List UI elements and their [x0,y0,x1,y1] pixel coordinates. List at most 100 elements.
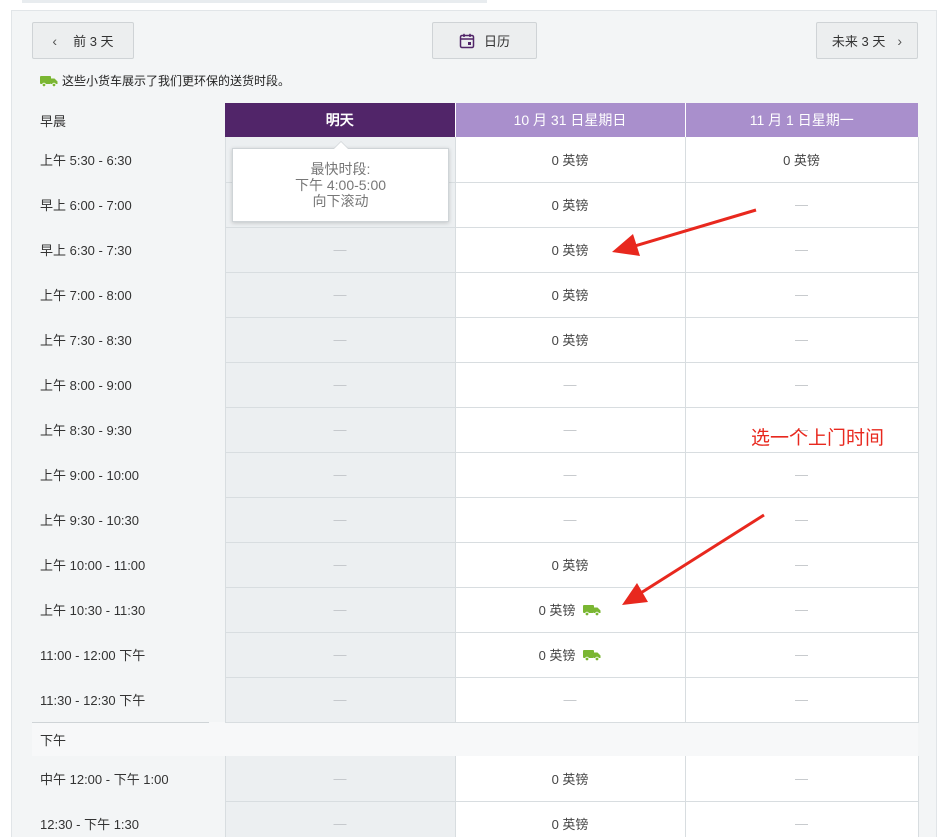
slot-price: 0 英镑 [783,150,820,169]
unavailable-dash: — [795,287,808,302]
unavailable-dash: — [795,692,808,707]
unavailable-dash: — [334,287,347,302]
slot-row: 11:00 - 12:00 下午 — 0 英镑 — [32,632,919,678]
slot-price: 0 英镑 [552,195,589,214]
unavailable-dash: — [334,467,347,482]
slot-cell-oct31[interactable]: 0 英镑 [454,272,685,318]
slot-cell-oct31[interactable]: 0 英镑 [454,632,685,678]
unavailable-dash: — [795,512,808,527]
slot-price-text: — [333,287,347,302]
unavailable-dash: — [795,377,808,392]
slot-price-text: 0 英镑 [538,648,576,663]
delivery-slot-grid: 早晨 明天 10 月 31 日星期日 11 月 1 日星期一 上午 5:30 -… [32,103,919,837]
slot-price-text: 0 英镑 [551,333,589,348]
slot-time-label: 上午 10:30 - 11:30 [32,587,225,633]
unavailable-dash: — [795,602,808,617]
unavailable-dash: — [564,467,577,482]
slot-cell-nov1[interactable]: 0 英镑 [684,137,919,183]
slot-row: 早上 6:30 - 7:30 — 0 英镑 — [32,227,919,273]
slot-time-label: 早上 6:00 - 7:00 [32,182,225,228]
slot-price-text: 0 英镑 [551,243,589,258]
slot-cell-oct31[interactable]: 0 英镑 [454,756,685,802]
slot-price-text: — [563,422,577,437]
unavailable-dash: — [795,467,808,482]
slot-price-text: — [795,287,808,302]
slot-cell-nov1: — [684,362,919,408]
slot-cell-tomorrow: — [224,677,455,723]
slot-price-text: — [563,512,577,527]
slot-price-text: — [795,242,808,257]
slot-cell-nov1: — [684,227,919,273]
slot-time-label: 12:30 - 下午 1:30 [32,801,225,837]
slot-time-label: 上午 7:00 - 8:00 [32,272,225,318]
slot-cell-tomorrow: — [224,756,455,802]
slot-cell-tomorrow: — [224,632,455,678]
slot-row: 上午 10:30 - 11:30 — 0 英镑 — [32,587,919,633]
afternoon-section-row: 下午 [32,722,918,756]
slot-cell-nov1: — [684,182,919,228]
slot-price-text: — [795,816,808,831]
slot-row: 上午 7:00 - 8:00 — 0 英镑 — [32,272,919,318]
slot-price-text: — [795,512,808,527]
slot-time-label: 上午 7:30 - 8:30 [32,317,225,363]
slot-cell-oct31[interactable]: 0 英镑 [454,137,685,183]
slot-price: 0 英镑 [552,330,589,349]
slot-price-text: — [333,557,347,572]
unavailable-dash: — [795,332,808,347]
slot-price-text: — [795,197,808,212]
green-slot-note-text: 这些小货车展示了我们更环保的送货时段。 [62,74,291,88]
slot-cell-tomorrow: — [224,497,455,543]
slot-cell-nov1: — [684,497,919,543]
unavailable-dash: — [564,422,577,437]
slot-time-label: 上午 9:30 - 10:30 [32,497,225,543]
slot-cell-oct31[interactable]: 0 英镑 [454,587,685,633]
day-header-tomorrow: 明天 [225,103,455,137]
slot-price-text: — [563,692,577,707]
green-truck-icon [583,649,601,661]
unavailable-dash: — [795,242,808,257]
prev-days-button[interactable]: ‹ 前 3 天 [32,22,134,59]
unavailable-dash: — [564,377,577,392]
slot-cell-nov1: — [684,756,919,802]
unavailable-dash: — [795,557,808,572]
tooltip-title: 最快时段: [310,161,371,177]
unavailable-dash: — [334,692,347,707]
slot-price-text: 0 英镑 [538,603,576,618]
unavailable-dash: — [334,816,347,831]
slot-price-text: — [333,467,347,482]
slot-time-label: 上午 5:30 - 6:30 [32,137,225,183]
unavailable-dash: — [334,377,347,392]
slot-price-text: — [795,332,808,347]
slot-cell-nov1: — [684,632,919,678]
slot-time-label: 上午 9:00 - 10:00 [32,452,225,498]
slot-cell-nov1: — [684,317,919,363]
slot-price-text: — [333,332,347,347]
slot-cell-oct31[interactable]: 0 英镑 [454,227,685,273]
slot-time-label: 中午 12:00 - 下午 1:00 [32,756,225,802]
unavailable-dash: — [334,422,347,437]
slot-price-text: — [795,557,808,572]
slot-cell-tomorrow: — [224,587,455,633]
next-days-button[interactable]: 未来 3 天 › [816,22,918,59]
slot-price: 0 英镑 [539,600,602,619]
afternoon-section-label: 下午 [32,722,918,756]
calendar-button[interactable]: 日历 [432,22,537,59]
slot-cell-oct31[interactable]: 0 英镑 [454,542,685,588]
slot-price: 0 英镑 [552,769,589,788]
slot-cell-nov1: — [684,587,919,633]
slot-cell-tomorrow: — [224,317,455,363]
slot-cell-oct31[interactable]: 0 英镑 [454,317,685,363]
slot-price-text: — [333,377,347,392]
slot-price-text: — [333,242,347,257]
slot-price-text: — [333,602,347,617]
slot-price-text: 0 英镑 [551,152,589,168]
slot-price-text: — [795,770,808,786]
slot-cell-tomorrow: — [224,272,455,318]
slot-cell-nov1: — [684,801,919,837]
slot-cell-oct31[interactable]: 0 英镑 [454,182,685,228]
slot-time-label: 早上 6:30 - 7:30 [32,227,225,273]
green-slot-note: 这些小货车展示了我们更环保的送货时段。 [40,72,290,89]
slot-cell-oct31[interactable]: 0 英镑 [454,801,685,837]
slot-cell-tomorrow: — [224,362,455,408]
slot-cell-tomorrow: — [224,407,455,453]
